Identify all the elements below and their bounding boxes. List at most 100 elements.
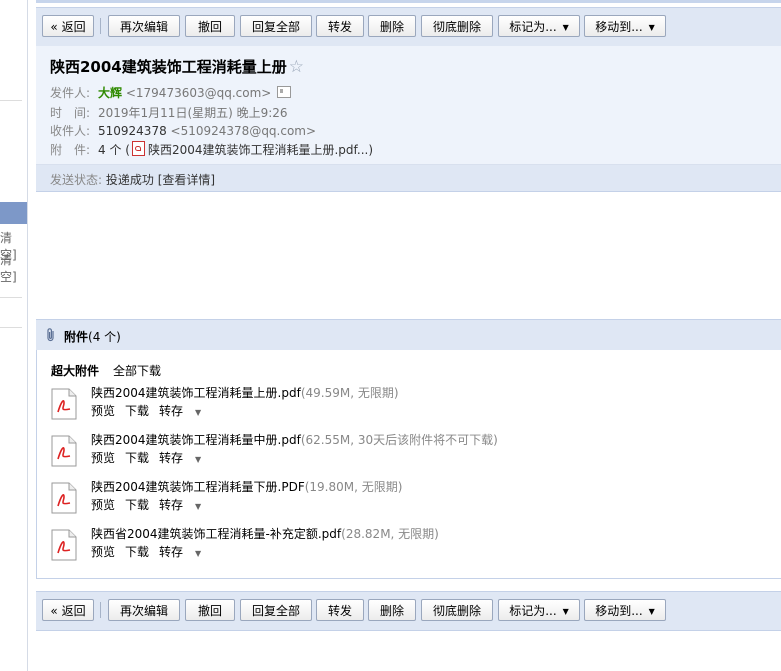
attachment-row: 附 件: 4 个 ( 陕西2004建筑装饰工程消耗量上册.pdf...) — [50, 141, 373, 158]
attachment-meta: (28.82M, 无限期) — [341, 527, 439, 541]
status-label: 发送状态: — [50, 173, 103, 187]
divider — [0, 100, 22, 101]
move-to-dropdown[interactable]: 移动到... ▼ — [584, 599, 666, 621]
chevron-down-icon: ▼ — [195, 502, 202, 511]
chevron-down-icon: ▼ — [195, 408, 202, 417]
save-to-dropdown[interactable]: 转存 ▼ — [159, 404, 211, 418]
paperclip-icon — [47, 328, 54, 342]
left-sidebar: 清空] 清空] — [0, 0, 28, 671]
download-link[interactable]: 下载 — [125, 498, 149, 512]
pdf-file-icon — [51, 435, 77, 467]
attachment-name[interactable]: 陕西省2004建筑装饰工程消耗量-补充定额.pdf — [91, 527, 341, 541]
reedit-button[interactable]: 再次编辑 — [108, 15, 180, 37]
subject-text: 陕西2004建筑装饰工程消耗量上册 — [50, 58, 287, 76]
chevron-down-icon: ▼ — [648, 607, 655, 616]
attachment-item: 陕西2004建筑装饰工程消耗量上册.pdf(49.59M, 无限期) 预览 下载转… — [51, 384, 771, 428]
recipient-address: <510924378@qq.com> — [170, 124, 317, 138]
top-border — [36, 0, 781, 3]
save-to-label: 转存 — [159, 404, 184, 418]
divider — [0, 297, 22, 298]
attach-count: 4 个 ( — [98, 143, 130, 157]
selected-folder-highlight[interactable] — [0, 202, 27, 224]
preview-link[interactable]: 预览 — [91, 545, 115, 559]
save-to-dropdown[interactable]: 转存 ▼ — [159, 498, 211, 512]
to-label: 收件人: — [50, 124, 91, 138]
top-toolbar: « 返回 再次编辑 撤回 回复全部 转发 删除 彻底删除 标记为... ▼ 移动到… — [36, 7, 781, 47]
bottom-toolbar: « 返回 再次编辑 撤回 回复全部 转发 删除 彻底删除 标记为... ▼ 移动到… — [36, 591, 781, 631]
download-all-link[interactable]: 全部下载 — [113, 364, 161, 378]
preview-link[interactable]: 预览 — [91, 498, 115, 512]
preview-link[interactable]: 预览 — [91, 451, 115, 465]
divider — [0, 327, 22, 328]
delete-button[interactable]: 删除 — [368, 15, 416, 37]
attachments-count: (4 个) — [88, 330, 121, 344]
attachment-name[interactable]: 陕西2004建筑装饰工程消耗量下册.PDF — [91, 480, 305, 494]
attachments-header: 附件(4 个) — [36, 319, 781, 350]
save-to-dropdown[interactable]: 转存 ▼ — [159, 545, 211, 559]
to-row: 收件人: 510924378 <510924378@qq.com> — [50, 122, 316, 139]
sent-time: 2019年1月11日(星期五) 晚上9:26 — [98, 106, 288, 120]
clear-link-2[interactable]: 清空] — [0, 251, 27, 285]
attachment-item: 陕西2004建筑装饰工程消耗量中册.pdf(62.55M, 30天后该附件将不可… — [51, 431, 771, 475]
preview-link[interactable]: 预览 — [91, 404, 115, 418]
big-attach-label: 超大附件 — [51, 364, 100, 378]
attachment-name[interactable]: 陕西2004建筑装饰工程消耗量中册.pdf — [91, 433, 301, 447]
mark-as-dropdown[interactable]: 标记为... ▼ — [498, 599, 580, 621]
time-row: 时 间: 2019年1月11日(星期五) 晚上9:26 — [50, 104, 288, 121]
download-link[interactable]: 下载 — [125, 545, 149, 559]
pdf-file-icon — [51, 388, 77, 420]
forward-button[interactable]: 转发 — [316, 599, 364, 621]
reply-all-button[interactable]: 回复全部 — [240, 15, 312, 37]
back-button[interactable]: « 返回 — [42, 599, 94, 621]
attachment-name[interactable]: 陕西2004建筑装饰工程消耗量上册.pdf — [91, 386, 301, 400]
sender-address: <179473603@qq.com> — [125, 86, 272, 100]
attachments-panel: 超大附件 全部下载 陕西2004建筑装饰工程消耗量上册.pdf(49.59M, 无… — [36, 350, 781, 579]
chevron-down-icon: ▼ — [562, 607, 569, 616]
recall-button[interactable]: 撤回 — [185, 599, 235, 621]
mark-as-label: 标记为... — [509, 20, 557, 34]
move-to-dropdown[interactable]: 移动到... ▼ — [584, 15, 666, 37]
delete-permanent-button[interactable]: 彻底删除 — [421, 599, 493, 621]
delete-button[interactable]: 删除 — [368, 599, 416, 621]
recipient-name[interactable]: 510924378 — [98, 124, 167, 138]
toolbar-separator — [100, 602, 101, 618]
attach-summary-link[interactable]: 陕西2004建筑装饰工程消耗量上册.pdf...) — [148, 143, 373, 157]
chevron-down-icon: ▼ — [648, 23, 655, 32]
recall-button[interactable]: 撤回 — [185, 15, 235, 37]
move-to-label: 移动到... — [595, 20, 643, 34]
star-icon[interactable]: ☆ — [289, 57, 304, 77]
attach-label: 附 件: — [50, 143, 91, 157]
mark-as-dropdown[interactable]: 标记为... ▼ — [498, 15, 580, 37]
mark-as-label: 标记为... — [509, 604, 557, 618]
forward-button[interactable]: 转发 — [316, 15, 364, 37]
reply-all-button[interactable]: 回复全部 — [240, 599, 312, 621]
save-to-dropdown[interactable]: 转存 ▼ — [159, 451, 211, 465]
move-to-label: 移动到... — [595, 604, 643, 618]
pdf-file-icon — [51, 482, 77, 514]
status-value[interactable]: 投递成功 [查看详情] — [106, 173, 215, 187]
pdf-file-icon — [51, 529, 77, 561]
attachment-meta: (49.59M, 无限期) — [300, 386, 399, 400]
contact-card-icon[interactable] — [277, 86, 292, 98]
download-link[interactable]: 下载 — [125, 451, 149, 465]
mail-header: 陕西2004建筑装饰工程消耗量上册 ☆ 发件人: 大辉 <179473603@qq.… — [36, 46, 781, 165]
attachments-title: 附件 — [64, 330, 89, 344]
back-button[interactable]: « 返回 — [42, 15, 94, 37]
chevron-down-icon: ▼ — [562, 23, 569, 32]
save-to-label: 转存 — [159, 451, 184, 465]
download-link[interactable]: 下载 — [125, 404, 149, 418]
attachment-meta: (62.55M, 30天后该附件将不可下载) — [300, 433, 498, 447]
sender-name[interactable]: 大辉 — [98, 86, 122, 100]
mail-subject: 陕西2004建筑装饰工程消耗量上册 ☆ — [50, 56, 304, 77]
time-label: 时 间: — [50, 106, 91, 120]
attachment-item: 陕西2004建筑装饰工程消耗量下册.PDF(19.80M, 无限期) 预览 下载转… — [51, 478, 771, 522]
reedit-button[interactable]: 再次编辑 — [108, 599, 180, 621]
delete-permanent-button[interactable]: 彻底删除 — [421, 15, 493, 37]
pdf-icon — [131, 141, 145, 156]
from-label: 发件人: — [50, 86, 91, 100]
save-to-label: 转存 — [159, 545, 184, 559]
toolbar-separator — [100, 18, 101, 34]
delivery-status-bar: 发送状态: 投递成功 [查看详情] — [36, 165, 781, 192]
attachment-meta: (19.80M, 无限期) — [304, 480, 403, 494]
save-to-label: 转存 — [159, 498, 184, 512]
